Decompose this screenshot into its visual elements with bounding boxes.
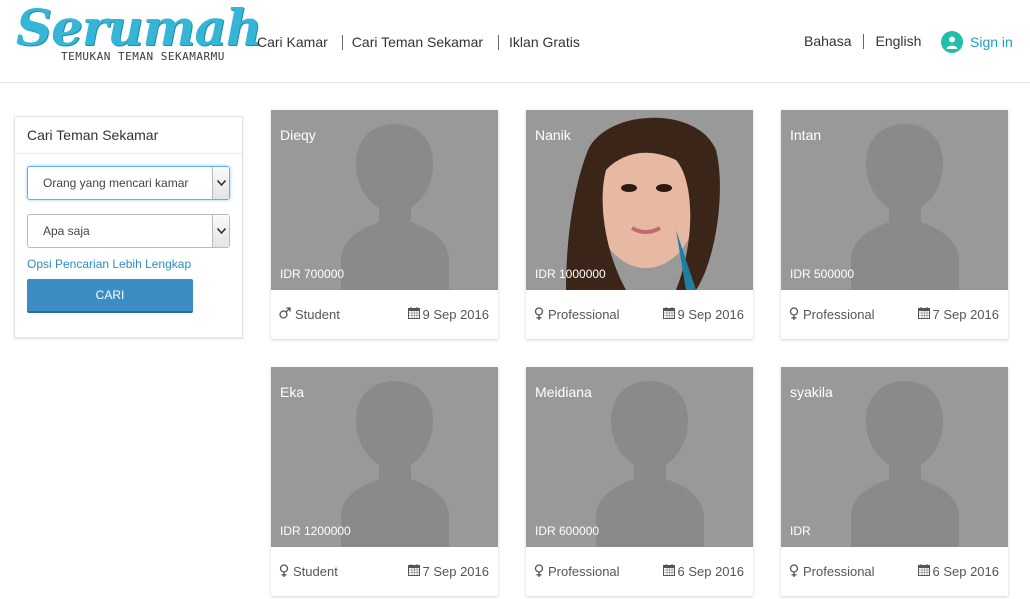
card-photo[interactable]: Meidiana IDR 600000 — [526, 367, 753, 547]
logo-tagline: TEMUKAN TEMAN SEKAMARMU — [61, 50, 225, 63]
card-name: syakila — [790, 384, 833, 400]
user-icon — [941, 31, 963, 53]
card-footer: Student 9 Sep 2016 — [271, 290, 498, 339]
card-price: IDR 1200000 — [280, 524, 351, 538]
advanced-search-link[interactable]: Opsi Pencarian Lebih Lengkap — [27, 257, 191, 271]
card-name: Intan — [790, 127, 822, 143]
search-button[interactable]: CARI — [27, 279, 193, 313]
lang-divider — [863, 33, 865, 49]
roommate-card[interactable]: Dieqy IDR 700000 Student 9 Sep 2016 — [271, 110, 498, 339]
male-icon — [279, 307, 291, 322]
card-date: 6 Sep 2016 — [918, 564, 999, 579]
female-icon — [279, 563, 289, 580]
avatar-placeholder-icon — [341, 381, 449, 547]
card-photo[interactable]: syakila IDR — [781, 367, 1008, 547]
card-date: 9 Sep 2016 — [663, 307, 744, 322]
nav-cari-teman-sekamar[interactable]: Cari Teman Sekamar — [352, 34, 483, 50]
nav-divider — [498, 34, 500, 50]
card-price: IDR 700000 — [280, 267, 345, 281]
card-footer: Professional 7 Sep 2016 — [781, 290, 1008, 339]
card-name: Nanik — [535, 127, 571, 143]
card-date-value: 6 Sep 2016 — [932, 564, 999, 579]
card-date: 6 Sep 2016 — [663, 564, 744, 579]
card-occupation: Student — [295, 307, 340, 322]
roommate-card[interactable]: Meidiana IDR 600000 Professional 6 Sep 2016 — [526, 367, 753, 596]
calendar-icon — [408, 307, 422, 322]
chevron-down-icon — [212, 167, 229, 199]
card-date: 9 Sep 2016 — [408, 307, 489, 322]
card-occupation: Professional — [803, 564, 875, 579]
card-footer: Professional 6 Sep 2016 — [526, 547, 753, 596]
card-footer: Student 7 Sep 2016 — [271, 547, 498, 596]
card-date: 7 Sep 2016 — [408, 564, 489, 579]
card-price: IDR 600000 — [535, 524, 600, 538]
card-price: IDR 500000 — [790, 267, 855, 281]
roommate-card[interactable]: syakila IDR Professional 6 Sep 2016 — [781, 367, 1008, 596]
card-occupation: Student — [293, 564, 338, 579]
card-footer: Professional 9 Sep 2016 — [526, 290, 753, 339]
card-name: Dieqy — [280, 127, 316, 143]
female-icon — [534, 563, 544, 580]
seeker-type-value: Orang yang mencari kamar — [43, 176, 189, 190]
card-footer: Professional 6 Sep 2016 — [781, 547, 1008, 596]
seeker-type-select[interactable]: Orang yang mencari kamar — [27, 166, 230, 200]
nav-iklan-gratis[interactable]: Iklan Gratis — [509, 34, 580, 50]
nav-divider — [341, 34, 343, 50]
card-name: Eka — [280, 384, 305, 400]
roommate-card[interactable]: Eka IDR 1200000 Student 7 Sep 2016 — [271, 367, 498, 596]
calendar-icon — [408, 564, 422, 579]
card-date-value: 7 Sep 2016 — [932, 307, 999, 322]
filter-any-value: Apa saja — [43, 224, 90, 238]
roommate-card[interactable]: Nanik IDR 1000000 Professional 9 Sep 2016 — [526, 110, 753, 339]
female-icon — [789, 306, 799, 323]
nav-cari-kamar[interactable]: Cari Kamar — [257, 34, 328, 50]
card-photo[interactable]: Nanik IDR 1000000 — [526, 110, 753, 290]
chevron-down-icon — [212, 215, 229, 247]
logo[interactable]: Serumah TEMUKAN TEMAN SEKAMARMU — [14, 0, 262, 68]
card-date: 7 Sep 2016 — [918, 307, 999, 322]
card-occupation: Professional — [803, 307, 875, 322]
card-photo[interactable]: Intan IDR 500000 — [781, 110, 1008, 290]
main-nav: Cari Kamar Cari Teman Sekamar Iklan Grat… — [257, 34, 580, 50]
female-icon — [789, 563, 799, 580]
card-photo[interactable]: Eka IDR 1200000 — [271, 367, 498, 547]
card-date-value: 9 Sep 2016 — [677, 307, 744, 322]
card-occupation: Professional — [548, 564, 620, 579]
calendar-icon — [918, 307, 932, 322]
signin-link[interactable]: Sign in — [941, 31, 1013, 53]
signin-label: Sign in — [970, 34, 1013, 50]
search-panel-title: Cari Teman Sekamar — [15, 117, 242, 154]
calendar-icon — [663, 564, 677, 579]
language-label[interactable]: Bahasa — [804, 33, 851, 49]
language-switcher: Bahasa English — [804, 33, 921, 49]
logo-title: Serumah — [16, 0, 262, 57]
card-date-value: 9 Sep 2016 — [422, 307, 489, 322]
card-price: IDR — [790, 524, 811, 538]
card-occupation: Professional — [548, 307, 620, 322]
card-date-value: 7 Sep 2016 — [422, 564, 489, 579]
language-english[interactable]: English — [875, 33, 921, 49]
card-name: Meidiana — [535, 384, 592, 400]
search-panel: Cari Teman Sekamar Orang yang mencari ka… — [14, 116, 243, 338]
card-date-value: 6 Sep 2016 — [677, 564, 744, 579]
card-price: IDR 1000000 — [535, 267, 606, 281]
filter-any-select[interactable]: Apa saja — [27, 214, 230, 248]
roommate-card[interactable]: Intan IDR 500000 Professional 7 Sep 2016 — [781, 110, 1008, 339]
site-header: Serumah TEMUKAN TEMAN SEKAMARMU Cari Kam… — [0, 0, 1030, 83]
calendar-icon — [663, 307, 677, 322]
calendar-icon — [918, 564, 932, 579]
female-icon — [534, 306, 544, 323]
card-photo[interactable]: Dieqy IDR 700000 — [271, 110, 498, 290]
